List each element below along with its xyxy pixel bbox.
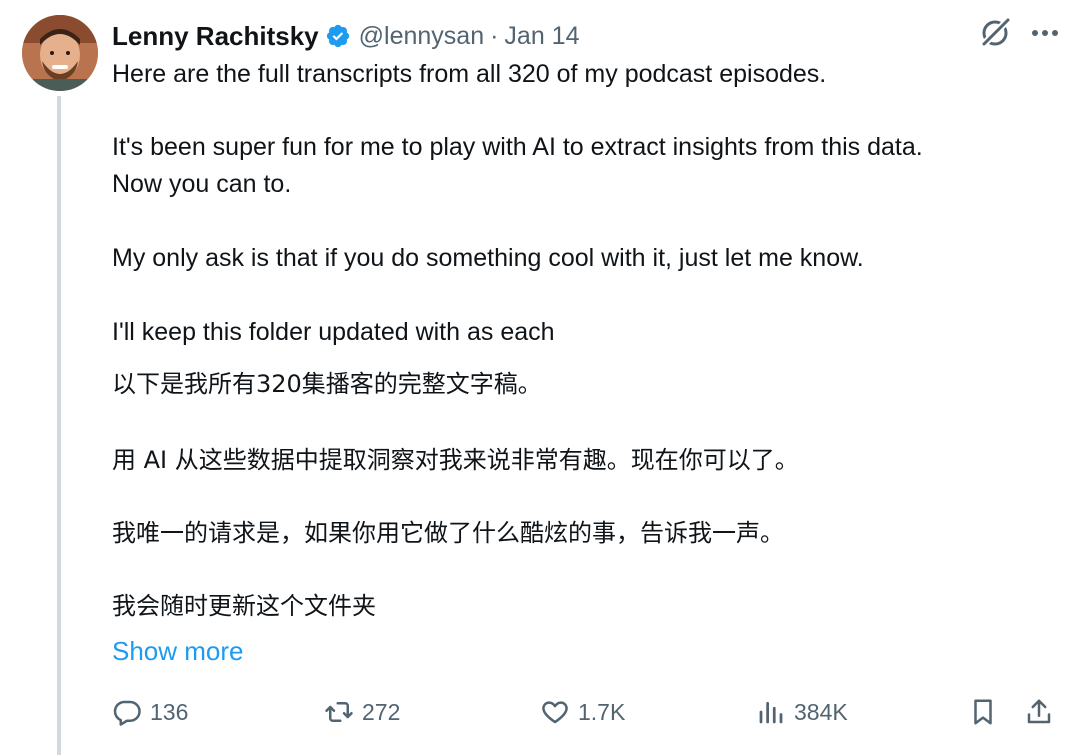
- views-button[interactable]: 384K: [756, 692, 848, 732]
- avatar[interactable]: [22, 15, 98, 91]
- thread-line: [57, 96, 61, 755]
- show-more-link[interactable]: Show more: [112, 636, 244, 667]
- heart-icon: [542, 701, 568, 724]
- tweet-paragraph: My only ask is that if you do something …: [112, 244, 864, 272]
- meta-separator: ·: [490, 21, 499, 50]
- translation-paragraph: 我唯一的请求是，如果你用它做了什么酷炫的事，告诉我一声。: [112, 519, 784, 547]
- tweet-paragraph: I'll keep this folder updated with as ea…: [112, 318, 555, 346]
- reply-button[interactable]: 136: [112, 692, 188, 732]
- share-button[interactable]: [1024, 692, 1054, 732]
- author-handle[interactable]: @lennysan: [359, 22, 484, 51]
- share-icon: [1027, 699, 1051, 724]
- bookmark-icon: [974, 699, 992, 725]
- tweet-body: Here are the full transcripts from all 3…: [112, 56, 1062, 625]
- bookmark-button[interactable]: [968, 692, 998, 732]
- views-icon: [759, 701, 783, 724]
- verified-badge-icon: [326, 24, 349, 48]
- action-bar: 136 272 1.7K 384K: [112, 692, 1060, 732]
- views-count: 384K: [794, 698, 848, 725]
- grok-icon[interactable]: [978, 16, 1012, 50]
- like-count: 1.7K: [578, 698, 626, 725]
- tweet-paragraph: Here are the full transcripts from all 3…: [112, 60, 827, 88]
- translation-paragraph: 以下是我所有320集播客的完整文字稿。: [112, 370, 542, 398]
- translation-paragraph: 用 AI 从这些数据中提取洞察对我来说非常有趣。现在你可以了。: [112, 446, 799, 474]
- tweet-date[interactable]: Jan 14: [504, 22, 579, 51]
- author-name[interactable]: Lenny Rachitsky: [112, 21, 319, 52]
- reply-icon: [113, 700, 141, 726]
- reply-count: 136: [150, 698, 189, 725]
- tweet-header: Lenny Rachitsky @lennysan · Jan 14: [112, 18, 579, 54]
- header-actions: [978, 16, 1060, 50]
- more-icon[interactable]: [1030, 18, 1060, 48]
- repost-count: 272: [362, 698, 401, 725]
- translation-paragraph: 我会随时更新这个文件夹: [112, 592, 376, 620]
- like-button[interactable]: 1.7K: [540, 692, 625, 732]
- avatar-image: [22, 15, 98, 91]
- repost-button[interactable]: 272: [324, 692, 400, 732]
- repost-icon: [325, 702, 353, 722]
- tweet-paragraph: It's been super fun for me to play with …: [112, 133, 923, 198]
